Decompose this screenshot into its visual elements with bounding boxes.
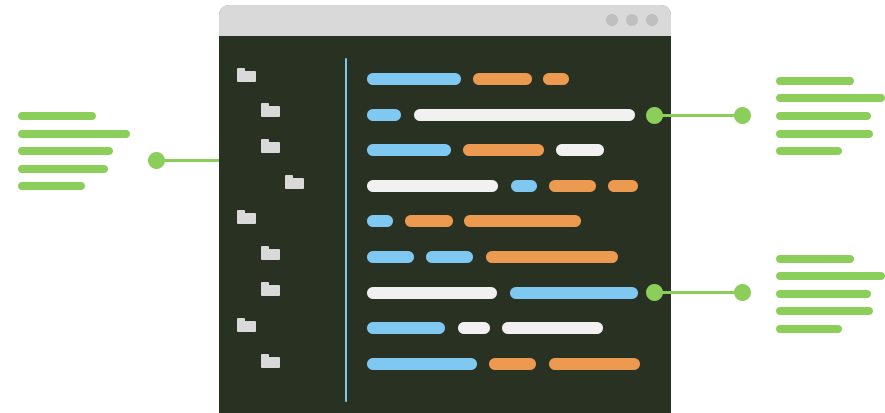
illustration (0, 0, 885, 413)
code-token (426, 251, 473, 263)
code-token (486, 251, 618, 263)
code-token (549, 180, 596, 192)
folder-icon[interactable] (261, 282, 280, 296)
code-token (473, 73, 532, 85)
code-token (464, 215, 581, 227)
folder-icon[interactable] (261, 139, 280, 153)
window-control-dot[interactable] (646, 14, 658, 26)
note-text-line (776, 77, 854, 85)
code-token (367, 144, 451, 156)
note-text-line (776, 255, 854, 263)
folder-icon[interactable] (261, 103, 280, 117)
note-text-line (18, 112, 96, 120)
code-token (510, 287, 638, 299)
code-token (367, 215, 393, 227)
folder-icon[interactable] (237, 210, 256, 224)
note-text-line (18, 165, 108, 173)
note-text-line (776, 112, 871, 120)
folder-icon[interactable] (285, 175, 304, 189)
code-token (502, 322, 603, 334)
code-callout-dot (734, 284, 751, 301)
note-text-line (776, 94, 885, 102)
code-callout-line (658, 114, 742, 117)
note-text-line (18, 182, 85, 190)
code-token (608, 180, 638, 192)
code-callout-dot (734, 107, 751, 124)
code-token (549, 358, 640, 370)
code-token (367, 322, 445, 334)
window-control-dot[interactable] (626, 14, 638, 26)
code-token (511, 180, 537, 192)
code-token (367, 180, 498, 192)
code-token (405, 215, 453, 227)
note-text-line (776, 290, 871, 298)
note-text-line (776, 272, 885, 280)
code-token (489, 358, 536, 370)
folder-icon[interactable] (237, 68, 256, 82)
code-callout-line (658, 291, 742, 294)
code-token (458, 322, 490, 334)
folder-icon[interactable] (237, 318, 256, 332)
code-token (367, 251, 414, 263)
code-token (367, 73, 461, 85)
note-text-line (776, 147, 842, 155)
note-text-line (18, 130, 130, 138)
pane-divider[interactable] (345, 58, 347, 402)
note-text-line (18, 147, 113, 155)
code-token (543, 73, 569, 85)
code-editor-window (219, 5, 671, 413)
code-token (367, 109, 401, 121)
folder-icon[interactable] (261, 354, 280, 368)
folder-icon[interactable] (261, 246, 280, 260)
code-token (463, 144, 544, 156)
note-text-line (776, 130, 873, 138)
note-text-line (776, 307, 873, 315)
window-control-dot[interactable] (606, 14, 618, 26)
code-token (367, 287, 497, 299)
code-token (367, 358, 477, 370)
code-token (414, 109, 635, 121)
code-token (556, 144, 604, 156)
window-titlebar (219, 5, 671, 36)
note-text-line (776, 325, 842, 333)
